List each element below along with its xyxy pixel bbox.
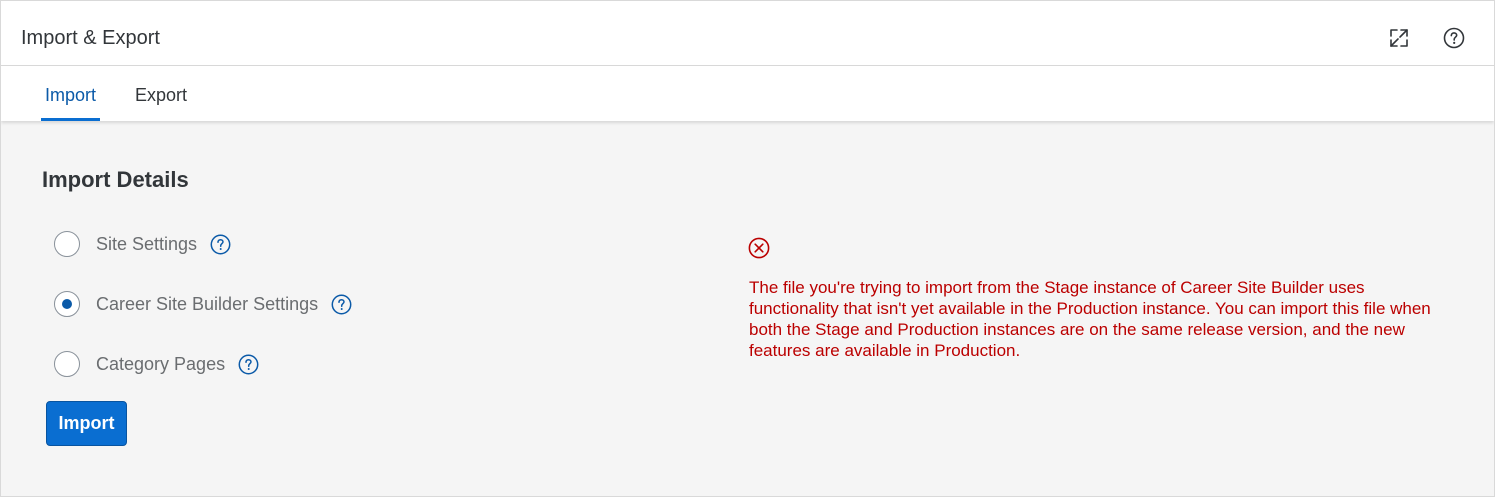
- site-settings-radio[interactable]: [54, 231, 80, 257]
- tab-import-label: Import: [45, 85, 97, 105]
- import-content: Import Details Site Settings Career Site…: [1, 121, 1494, 496]
- site-settings-help-button[interactable]: [210, 234, 231, 255]
- help-icon: [238, 354, 259, 374]
- tab-bar: Import Export: [1, 66, 1494, 121]
- tab-export-label: Export: [135, 85, 188, 105]
- error-message: The file you're trying to import from th…: [749, 278, 1431, 360]
- panel-header: Import & Export: [1, 1, 1494, 66]
- help-button[interactable]: [1441, 25, 1467, 51]
- error-circle-icon: [748, 237, 770, 259]
- option-site-settings: Site Settings: [54, 229, 231, 259]
- section-title: Import Details: [42, 167, 189, 192]
- site-settings-label[interactable]: Site Settings: [96, 234, 197, 254]
- help-icon: [1443, 27, 1465, 49]
- tab-export[interactable]: Export: [135, 66, 189, 121]
- help-icon: [331, 294, 352, 314]
- tab-import[interactable]: Import: [41, 66, 100, 121]
- category-pages-label[interactable]: Category Pages: [96, 354, 225, 374]
- import-export-panel: Import & Export Import Export Import Det…: [0, 0, 1495, 497]
- category-pages-radio[interactable]: [54, 351, 80, 377]
- expand-icon: [1390, 29, 1408, 47]
- expand-button[interactable]: [1386, 25, 1412, 51]
- career-site-builder-settings-help-button[interactable]: [331, 294, 352, 315]
- category-pages-help-button[interactable]: [238, 354, 259, 375]
- page-title: Import & Export: [21, 27, 160, 49]
- option-career-site-builder-settings: Career Site Builder Settings: [54, 289, 352, 319]
- import-button[interactable]: Import: [46, 401, 127, 446]
- help-icon: [210, 234, 231, 254]
- option-category-pages: Category Pages: [54, 349, 259, 379]
- career-site-builder-settings-radio[interactable]: [54, 291, 80, 317]
- career-site-builder-settings-label[interactable]: Career Site Builder Settings: [96, 294, 318, 314]
- tab-selected-indicator: [41, 118, 100, 121]
